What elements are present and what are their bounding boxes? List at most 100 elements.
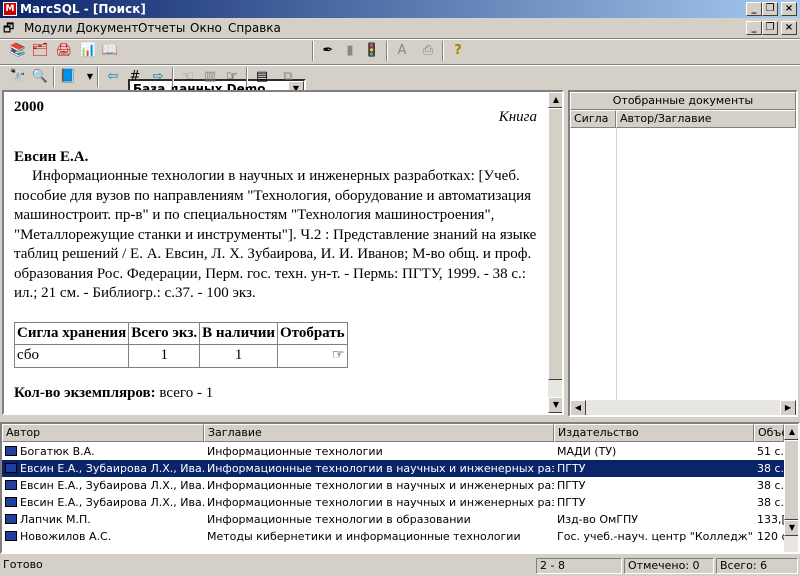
books-icon[interactable]: 📚 [8,41,28,61]
scroll-down-icon[interactable]: ▼ [784,520,798,536]
scroll-right-icon[interactable]: ▶ [780,400,796,415]
row-title: Информационные технологии в образовании [207,513,471,526]
row-title: Информационные технологии в научных и ин… [207,479,554,492]
window-title: MarcSQL - [Поиск] [20,2,146,16]
selected-hscrollbar[interactable]: ◀ ▶ [570,400,796,415]
scroll-left-icon[interactable]: ◀ [570,400,586,415]
catalog-icon[interactable]: 🗂 [30,41,50,61]
copy-icon[interactable]: ⧉ [278,67,298,87]
document-view[interactable]: 2000 Книга Евсин Е.А. Информационные тех… [2,90,564,415]
selected-col-sigla[interactable]: Сигла [570,110,616,128]
find-next-icon[interactable]: 🔍 [30,67,50,87]
row-publisher: МАДИ (ТУ) [557,445,617,458]
results-scrollbar[interactable]: ▲ ▼ [784,424,798,552]
traffic-light-icon[interactable]: 🚦 [362,41,382,61]
row-author: Евсин Е.А., Зубаирова Л.Х., Ива... [20,496,204,509]
child-close-button[interactable]: × [781,21,797,35]
number-icon[interactable]: # [125,67,145,87]
column-divider [616,128,617,400]
main-toolbar: 📚 🗂 🖨 📊 📖 База данных Demo ▼ ✒ ▮ 🚦 A ⎙ ? [0,38,800,99]
holdings-table: Сигла хранения Всего экз. В наличии Отоб… [13,321,348,368]
status-ready: Готово [3,558,43,571]
status-position: 2 - 8 [536,558,622,574]
results-list[interactable]: Автор Заглавие Издательство Объе Богатюк… [0,422,800,554]
print-icon[interactable]: ⎙ [418,41,438,61]
scroll-up-icon[interactable]: ▲ [548,92,562,108]
scroll-up-icon[interactable]: ▲ [784,424,798,440]
books-off-icon[interactable]: ▥ [200,67,220,87]
close-button[interactable]: × [781,2,797,16]
row-publisher: ПГТУ [557,496,586,509]
scroll-thumb[interactable] [784,440,798,520]
row-title: Методы кибернетики и информационные техн… [207,530,521,543]
holdings-sigla: сбо [13,344,130,368]
copies-count-label: Кол-во экземпляров: [14,384,156,401]
menu-modules[interactable]: Модули [24,18,73,38]
row-publisher: Гос. учеб.-науч. центр "Колледж" [557,530,753,543]
binoculars-icon[interactable]: 🔭 [8,67,28,87]
row-author: Богатюк В.А. [20,445,95,458]
holdings-header-available: В наличии [199,321,278,345]
minimize-button[interactable]: _ [746,2,762,16]
table-row[interactable]: Евсин Е.А., Зубаирова Л.Х., Ива... Инфор… [2,494,784,511]
row-title: Информационные технологии в научных и ин… [207,462,554,475]
font-icon[interactable]: A [392,41,412,61]
print-card-icon[interactable]: 🖨 [54,41,74,61]
pointing-hand-icon[interactable]: ☞ [276,344,348,368]
holdings-header-total: Всего экз. [128,321,201,345]
document-year: 2000 [14,99,44,115]
menu-window[interactable]: Окно [190,18,222,38]
maximize-button[interactable]: ❐ [762,2,778,16]
toolbar-separator [172,67,174,87]
menu-reports[interactable]: Отчеты [138,18,185,38]
document-kind: Книга [498,109,537,125]
copies-count: Кол-во экземпляров: всего - 1 [14,384,539,404]
holdings-header-pick: Отобрать [276,321,348,345]
table-row[interactable]: Лапчик М.П. Информационные технологии в … [2,511,784,528]
arrow-left-icon[interactable]: ⇦ [103,67,123,87]
row-title: Информационные технологии в научных и ин… [207,496,554,509]
table-row-selected[interactable]: Евсин Е.А., Зубаирова Л.Х., Ива... Инфор… [2,460,784,477]
child-minimize-button[interactable]: _ [746,21,762,35]
results-col-title[interactable]: Заглавие [204,424,554,442]
help-icon[interactable]: ? [448,41,468,61]
results-col-author[interactable]: Автор [2,424,204,442]
document-author: Евсин Е.А. [14,148,89,165]
mdi-child-icon[interactable]: 🗗 [3,18,14,38]
book-search-icon[interactable]: 📖 [100,41,120,61]
row-author: Евсин Е.А., Зубаирова Л.Х., Ива... [20,462,204,475]
table-row[interactable]: Новожилов А.С. Методы кибернетики и инфо… [2,528,784,545]
row-volume: 38 с. [757,462,784,475]
book-icon [5,463,17,473]
toolbar-separator [442,41,444,61]
list-icon[interactable]: ▤ [252,67,272,87]
book-icon [5,446,17,456]
traffic-light-off-icon[interactable]: ▮ [340,41,360,61]
menu-document[interactable]: Документ [76,18,138,38]
stats-icon[interactable]: 📊 [78,41,98,61]
toolbar-separator [312,41,314,61]
view-book-icon[interactable]: 📘 [58,67,78,87]
arrow-right-icon[interactable]: ⇨ [148,67,168,87]
table-row[interactable]: Богатюк В.А. Информационные технологии М… [2,443,784,460]
menu-help[interactable]: Справка [228,18,281,38]
status-marked: Отмечено: 0 [624,558,714,574]
hand-off-icon[interactable]: ☜ [178,67,198,87]
scroll-down-icon[interactable]: ▼ [548,397,562,413]
results-col-publisher[interactable]: Издательство [554,424,754,442]
pen-icon[interactable]: ✒ [318,41,338,61]
results-col-volume[interactable]: Объе [754,424,788,442]
row-author: Новожилов А.С. [20,530,112,543]
child-maximize-button[interactable]: ❐ [762,21,778,35]
book-icon [5,514,17,524]
table-row[interactable]: Евсин Е.А., Зубаирова Л.Х., Ива... Инфор… [2,477,784,494]
row-title: Информационные технологии [207,445,383,458]
scroll-thumb[interactable] [548,108,562,380]
row-publisher: ПГТУ [557,479,586,492]
row-volume: 133,[ [757,513,784,526]
selected-documents-panel: Отобранные документы Сигла Автор/Заглави… [568,90,798,417]
row-volume: 120 с [757,530,784,543]
selected-col-author[interactable]: Автор/Заглавие [616,110,796,128]
pointing-hand-icon[interactable]: ☞ [222,67,242,87]
document-scrollbar[interactable]: ▲ ▼ [548,92,562,413]
